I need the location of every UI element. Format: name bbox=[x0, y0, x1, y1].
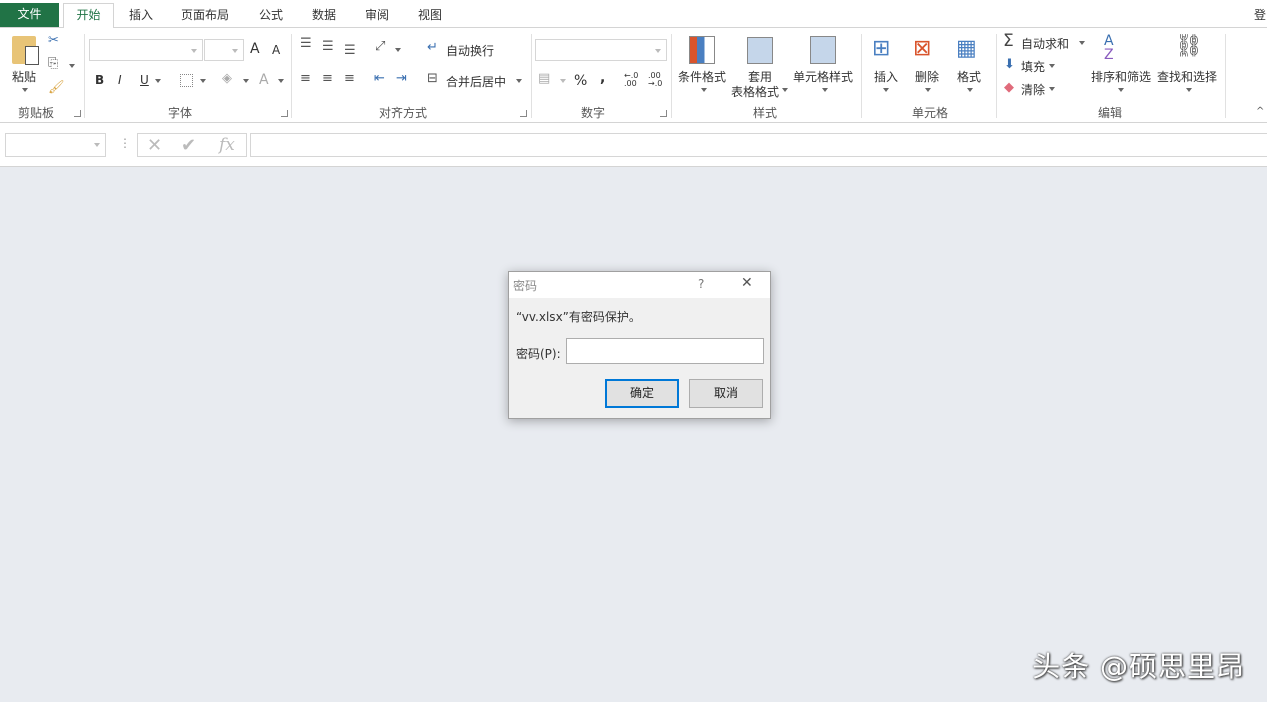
find-select-button[interactable]: 查找和选择 bbox=[1157, 68, 1217, 85]
dialog-title-bar: 密码 ? ✕ bbox=[509, 272, 770, 298]
bold-button[interactable]: B bbox=[95, 73, 104, 87]
ok-button[interactable]: 确定 bbox=[605, 379, 679, 408]
conditional-formatting-icon bbox=[689, 36, 715, 64]
align-right-icon[interactable]: ≡ bbox=[344, 71, 355, 86]
borders-icon[interactable] bbox=[180, 74, 193, 87]
wrap-text-icon: ↵ bbox=[427, 40, 438, 55]
format-painter-icon[interactable]: 🖌 bbox=[48, 80, 65, 95]
comma-button[interactable]: , bbox=[600, 70, 605, 86]
enter-button[interactable]: ✔ bbox=[181, 135, 196, 156]
merge-center-icon: ⊟ bbox=[427, 71, 438, 86]
cell-styles-icon bbox=[810, 36, 836, 64]
font-size-dropdown[interactable] bbox=[204, 39, 244, 61]
paste-page-icon bbox=[25, 46, 39, 65]
ribbon: 粘贴 ✂ ⎘ 🖌 剪贴板 A A B I U ◈ A 字体 ☰ ☰ ☰ ⤢ ≡ … bbox=[0, 28, 1267, 123]
format-cells-icon: ▦ bbox=[956, 36, 977, 61]
group-label-clipboard: 剪贴板 bbox=[17, 106, 54, 120]
insert-function-button[interactable]: fx bbox=[219, 135, 235, 155]
tab-review[interactable]: 审阅 bbox=[354, 4, 400, 28]
fill-color-icon[interactable]: ◈ bbox=[222, 71, 232, 86]
percent-button[interactable]: % bbox=[574, 73, 587, 89]
clear-icon: ◆ bbox=[1004, 80, 1014, 95]
align-left-icon[interactable]: ≡ bbox=[300, 71, 311, 86]
decrease-decimal-button[interactable]: .00 →.0 bbox=[648, 72, 664, 88]
tab-formulas[interactable]: 公式 bbox=[248, 4, 294, 28]
password-dialog: 密码 ? ✕ “vv.xlsx”有密码保护。 密码(P): 确定 取消 bbox=[508, 271, 771, 419]
cut-icon[interactable]: ✂ bbox=[48, 33, 59, 48]
format-cells-button[interactable]: 格式 bbox=[957, 68, 981, 85]
delete-cells-button[interactable]: 删除 bbox=[915, 68, 939, 85]
paste-button[interactable]: 粘贴 bbox=[12, 68, 36, 85]
autosum-icon: Σ bbox=[1003, 31, 1014, 51]
align-bottom-icon[interactable]: ☰ bbox=[344, 43, 356, 58]
group-label-editing: 编辑 bbox=[1097, 106, 1122, 120]
align-top-icon[interactable]: ☰ bbox=[300, 36, 312, 51]
tab-data[interactable]: 数据 bbox=[301, 4, 347, 28]
align-center-icon[interactable]: ≡ bbox=[322, 71, 333, 86]
underline-button[interactable]: U bbox=[140, 73, 149, 87]
decrease-indent-icon[interactable]: ⇤ bbox=[374, 71, 385, 86]
group-label-alignment: 对齐方式 bbox=[378, 106, 427, 120]
increase-indent-icon[interactable]: ⇥ bbox=[396, 71, 407, 86]
increase-decimal-button[interactable]: ←.0 .00 bbox=[624, 72, 640, 88]
currency-icon[interactable]: ▤ bbox=[538, 71, 550, 86]
delete-cells-icon: ⊠ bbox=[913, 36, 932, 61]
merge-center-button[interactable]: 合并后居中 bbox=[446, 73, 506, 90]
font-name-dropdown[interactable] bbox=[89, 39, 203, 61]
fill-icon: ⬇ bbox=[1004, 57, 1015, 72]
orientation-icon[interactable]: ⤢ bbox=[375, 39, 385, 54]
autosum-button[interactable]: 自动求和 bbox=[1021, 35, 1069, 52]
fill-button[interactable]: 填充 bbox=[1021, 58, 1045, 75]
sort-filter-icon: AZ bbox=[1104, 33, 1114, 63]
tab-page-layout[interactable]: 页面布局 bbox=[172, 4, 238, 28]
format-as-table-icon bbox=[747, 37, 773, 64]
wrap-text-button[interactable]: 自动换行 bbox=[446, 42, 494, 59]
formula-buttons: ✕ ✔ fx bbox=[137, 133, 247, 157]
watermark: 头条 @硕思里昂 bbox=[1032, 650, 1245, 683]
cancel-button[interactable]: 取消 bbox=[689, 379, 763, 408]
insert-cells-icon: ⊞ bbox=[872, 36, 891, 61]
sort-filter-button[interactable]: 排序和筛选 bbox=[1091, 68, 1151, 85]
italic-button[interactable]: I bbox=[118, 73, 122, 87]
conditional-formatting-button[interactable]: 条件格式 bbox=[678, 68, 726, 85]
password-input[interactable] bbox=[566, 338, 764, 364]
tab-view[interactable]: 视图 bbox=[407, 4, 453, 28]
ribbon-tab-bar: 文件 开始 插入 页面布局 公式 数据 审阅 视图 登 bbox=[0, 0, 1267, 29]
group-label-styles: 样式 bbox=[752, 106, 777, 120]
cancel-entry-button[interactable]: ✕ bbox=[147, 135, 162, 156]
formula-bar: ⋮ ✕ ✔ fx bbox=[0, 123, 1267, 167]
align-middle-icon[interactable]: ☰ bbox=[322, 39, 334, 54]
number-format-dropdown[interactable] bbox=[535, 39, 667, 61]
copy-icon[interactable]: ⎘ bbox=[48, 56, 58, 71]
dialog-message: “vv.xlsx”有密码保护。 bbox=[516, 310, 641, 324]
cell-styles-button[interactable]: 单元格样式 bbox=[793, 68, 853, 85]
formula-bar-grip[interactable]: ⋮ bbox=[119, 136, 131, 150]
font-color-button[interactable]: A bbox=[259, 72, 269, 88]
format-as-table-button[interactable]: 表格格式 bbox=[731, 83, 779, 100]
dialog-title: 密码 bbox=[513, 279, 538, 293]
shrink-font-button[interactable]: A bbox=[272, 43, 280, 57]
collapse-ribbon-icon[interactable]: ^ bbox=[1256, 106, 1264, 117]
name-box[interactable] bbox=[5, 133, 106, 157]
close-button[interactable]: ✕ bbox=[741, 275, 753, 291]
clear-button[interactable]: 清除 bbox=[1021, 81, 1045, 98]
insert-cells-button[interactable]: 插入 bbox=[874, 68, 898, 85]
group-label-font: 字体 bbox=[167, 106, 192, 120]
group-label-number: 数字 bbox=[580, 106, 605, 120]
formula-input[interactable] bbox=[250, 133, 1267, 157]
tab-home[interactable]: 开始 bbox=[63, 3, 114, 29]
grow-font-button[interactable]: A bbox=[250, 41, 260, 57]
sign-in-link[interactable]: 登 bbox=[1250, 4, 1267, 28]
tab-file[interactable]: 文件 bbox=[0, 3, 59, 27]
help-button[interactable]: ? bbox=[698, 277, 704, 291]
find-select-icon: ⛓ bbox=[1175, 34, 1203, 59]
password-label: 密码(P): bbox=[516, 347, 561, 361]
tab-insert[interactable]: 插入 bbox=[118, 4, 164, 28]
group-label-cells: 单元格 bbox=[911, 106, 948, 120]
